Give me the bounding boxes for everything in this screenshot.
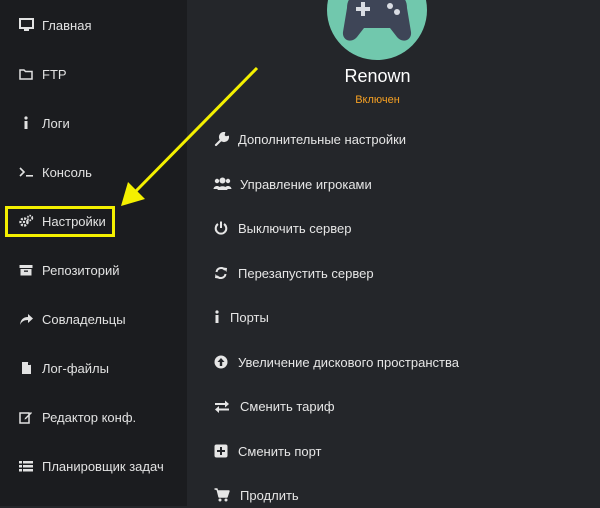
wrench-icon: [212, 131, 230, 147]
monitor-icon: [18, 17, 34, 33]
sidebar-item-logs[interactable]: Логи: [0, 108, 187, 138]
sidebar-item-home[interactable]: Главная: [0, 10, 187, 40]
sidebar-item-label: Консоль: [42, 164, 92, 180]
menu-player-management[interactable]: Управление игроками: [212, 171, 372, 197]
menu-extend[interactable]: Продлить: [212, 482, 299, 508]
archive-icon: [18, 262, 34, 278]
cart-icon: [212, 487, 232, 503]
menu-advanced-settings[interactable]: Дополнительные настройки: [212, 126, 406, 152]
menu-ports[interactable]: Порты: [212, 304, 269, 330]
sidebar-item-log-files[interactable]: Лог-файлы: [0, 353, 187, 383]
server-avatar: [327, 0, 427, 60]
sidebar-item-coowners[interactable]: Совладельцы: [0, 304, 187, 334]
server-status: Включен: [355, 94, 400, 106]
menu-change-plan[interactable]: Сменить тариф: [212, 393, 335, 419]
arrow-up-circle-icon: [212, 354, 230, 370]
sidebar-item-repository[interactable]: Репозиторий: [0, 255, 187, 285]
share-icon: [18, 311, 34, 327]
list-icon: [18, 458, 34, 474]
edit-icon: [18, 409, 34, 425]
exchange-icon: [212, 398, 232, 414]
menu-stop-server[interactable]: Выключить сервер: [212, 215, 351, 241]
highlight-box: [5, 206, 115, 237]
menu-item-label: Сменить тариф: [240, 398, 335, 414]
menu-item-label: Сменить порт: [238, 443, 322, 459]
menu-restart-server[interactable]: Перезапустить сервер: [212, 260, 374, 286]
users-icon: [212, 176, 232, 192]
sidebar-item-label: Совладельцы: [42, 311, 126, 327]
sidebar-item-label: Логи: [42, 115, 70, 131]
file-icon: [18, 360, 34, 376]
sidebar-item-console[interactable]: Консоль: [0, 157, 187, 187]
info-icon: [18, 115, 34, 131]
sidebar-item-label: Главная: [42, 17, 92, 33]
menu-item-label: Управление игроками: [240, 176, 372, 192]
menu-change-port[interactable]: Сменить порт: [212, 438, 322, 464]
folder-icon: [18, 66, 34, 82]
menu-item-label: Порты: [230, 309, 269, 325]
menu-item-label: Перезапустить сервер: [238, 265, 374, 281]
sidebar-item-ftp[interactable]: FTP: [0, 59, 187, 89]
plus-square-icon: [212, 443, 230, 459]
sidebar-item-label: Лог-файлы: [42, 360, 109, 376]
menu-item-label: Увеличение дискового пространства: [238, 354, 459, 370]
power-icon: [212, 220, 230, 236]
terminal-icon: [18, 164, 34, 180]
sidebar-item-label: Репозиторий: [42, 262, 120, 278]
menu-disk-increase[interactable]: Увеличение дискового пространства: [212, 349, 459, 375]
info-icon: [212, 309, 222, 325]
menu-item-label: Дополнительные настройки: [238, 131, 407, 147]
gamepad-icon: [342, 0, 412, 41]
menu-item-label: Выключить сервер: [238, 220, 352, 236]
sidebar: Главная FTP Логи Консоль Настройки Репоз…: [0, 0, 187, 506]
server-name: Renown: [344, 66, 411, 86]
sidebar-item-label: Планировщик задач: [42, 458, 164, 474]
sidebar-item-task-scheduler[interactable]: Планировщик задач: [0, 451, 187, 481]
sidebar-item-label: Редактор конф.: [42, 409, 137, 425]
refresh-icon: [212, 265, 230, 281]
sidebar-item-config-editor[interactable]: Редактор конф.: [0, 402, 187, 432]
menu-item-label: Продлить: [240, 487, 299, 503]
sidebar-item-label: FTP: [42, 66, 67, 82]
